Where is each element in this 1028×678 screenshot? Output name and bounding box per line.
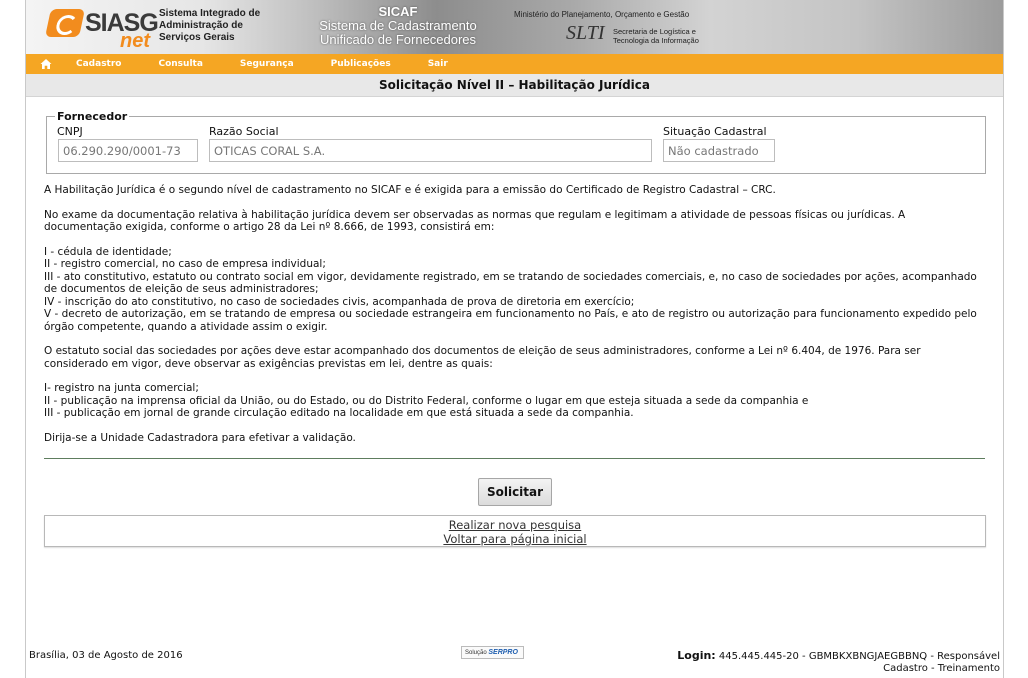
slti-description-line: Tecnologia da Informação [613, 36, 699, 45]
system-name-line: Serviços Gerais [159, 32, 235, 43]
menu-item-cadastro[interactable]: Cadastro [76, 59, 121, 69]
navigation-links: Realizar nova pesquisa Voltar para págin… [44, 515, 986, 547]
serpro-logo-name: SERPRO [488, 649, 518, 656]
system-name: Sistema Integrado de Administração de Se… [159, 8, 279, 44]
estatuto-list: I- registro na junta comercial; II - pub… [44, 382, 984, 420]
slti-description-line: Secretaria de Logística e [613, 27, 696, 36]
list-item: II - registro comercial, no caso de empr… [44, 258, 326, 270]
cnpj-label: CNPJ [57, 125, 83, 138]
logo-net: net [120, 30, 150, 52]
slti-description: Secretaria de Logística e Tecnologia da … [613, 27, 699, 45]
fornecedor-legend: Fornecedor [55, 110, 130, 123]
razao-social-label: Razão Social [209, 125, 279, 138]
home-page-link[interactable]: Voltar para página inicial [45, 532, 985, 546]
cnpj-field[interactable] [58, 139, 198, 162]
list-item: V - decreto de autorização, em se tratan… [44, 308, 977, 333]
login-value: 445.445.445-20 - GBMBKXBNGJAEGBBNQ - Res… [718, 651, 1000, 674]
footer-login: Login: 445.445.445-20 - GBMBKXBNGJAEGBBN… [660, 650, 1000, 675]
paragraph-documentation: No exame da documentação relativa à habi… [44, 208, 906, 234]
slti-logo: SLTI [566, 22, 605, 44]
footer-date: Brasília, 03 de Agosto de 2016 [29, 650, 183, 661]
paragraph-estatuto: O estatuto social das sociedades por açõ… [44, 345, 921, 370]
ministry-name: Ministério do Planejamento, Orçamento e … [514, 10, 690, 19]
menu-item-sair[interactable]: Sair [428, 59, 448, 69]
main-menu: Cadastro Consulta Segurança Publicações … [26, 54, 1003, 74]
situacao-cadastral-field[interactable] [663, 139, 775, 162]
system-name-line: Sistema Integrado de [159, 8, 261, 19]
list-item: I - cédula de identidade; [44, 245, 172, 258]
serpro-logo-prefix: Solução [465, 650, 487, 656]
solicitar-button[interactable]: Solicitar [478, 478, 552, 506]
new-search-link[interactable]: Realizar nova pesquisa [45, 518, 985, 532]
sicaf-subtitle-line: Sistema de Cadastramento [319, 18, 477, 33]
list-item: III - ato constitutivo, estatuto ou cont… [44, 270, 977, 296]
list-item: II - publicação na imprensa oficial da U… [44, 394, 809, 407]
list-item: IV - inscrição do ato constitutivo, no c… [44, 295, 635, 308]
requirements-list: I - cédula de identidade; II - registro … [44, 246, 984, 334]
login-label: Login: [677, 649, 716, 662]
home-icon[interactable] [40, 58, 52, 70]
header-banner: SIASG net Sistema Integrado de Administr… [26, 0, 1003, 54]
menu-item-publicacoes[interactable]: Publicações [331, 59, 391, 69]
sicaf-subtitle-line: Unificado de Fornecedores [319, 32, 477, 47]
paragraph-intro: A Habilitação Jurídica é o segundo nível… [44, 184, 776, 196]
menu-item-seguranca[interactable]: Segurança [240, 59, 294, 69]
razao-social-field[interactable] [209, 139, 652, 162]
paragraph-instruction: Dirija-se a Unidade Cadastradora para ef… [44, 431, 356, 444]
list-item: III - publicação em jornal de grande cir… [44, 407, 634, 419]
siasg-logo-icon [45, 9, 85, 37]
sicaf-title: SICAF Sistema de Cadastramento Unificado… [298, 4, 498, 47]
situacao-cadastral-label: Situação Cadastral [663, 125, 767, 138]
system-name-line: Administração de [159, 20, 243, 31]
menu-item-consulta[interactable]: Consulta [158, 59, 202, 69]
info-text: A Habilitação Jurídica é o segundo nível… [44, 184, 984, 456]
siasg-logo: SIASG net [30, 3, 159, 52]
divider [44, 458, 985, 459]
sicaf-title-text: SICAF [378, 4, 418, 19]
page-title: Solicitação Nível II – Habilitação Juríd… [26, 74, 1003, 97]
list-item: I- registro na junta comercial; [44, 382, 199, 394]
page-frame: SIASG net Sistema Integrado de Administr… [25, 0, 1004, 678]
serpro-logo: Solução SERPRO [461, 646, 524, 659]
fornecedor-fieldset: Fornecedor CNPJ Razão Social Situação Ca… [46, 110, 986, 174]
